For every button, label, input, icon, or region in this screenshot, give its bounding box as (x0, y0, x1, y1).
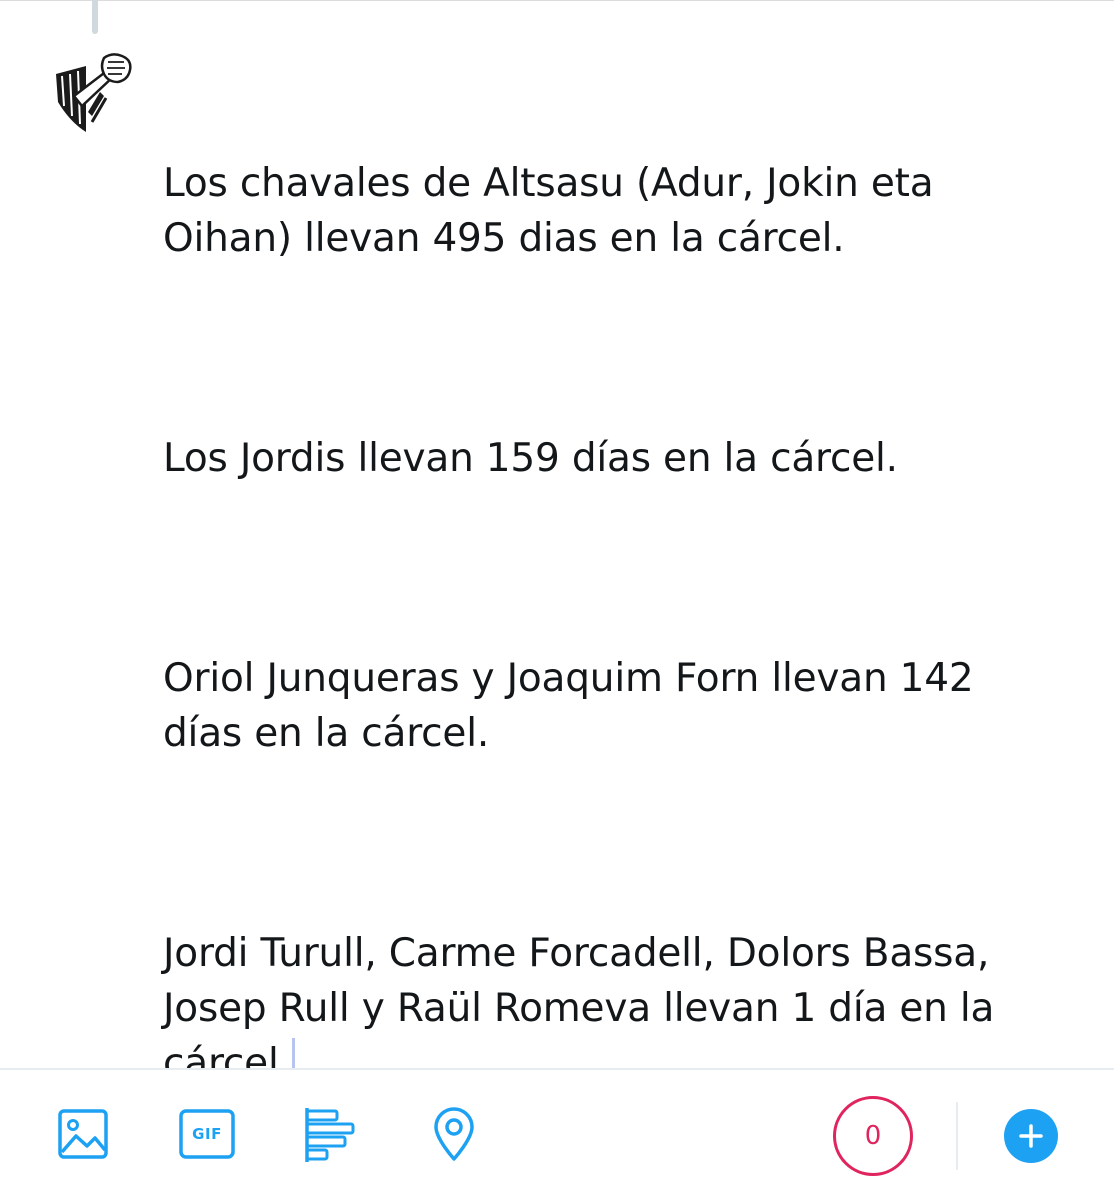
compose-paragraph-4: Jordi Turull, Carme Forcadell, Dolors Ba… (163, 926, 1063, 1091)
add-photo-button[interactable] (53, 1104, 113, 1164)
add-location-button[interactable] (424, 1104, 484, 1164)
location-pin-icon (434, 1107, 474, 1161)
compose-paragraph-4-text: Jordi Turull, Carme Forcadell, Dolors Ba… (163, 931, 1007, 1086)
tweet-compose-text[interactable]: Los chavales de Altsasu (Adur, Jokin eta… (163, 46, 1063, 1146)
poll-icon (305, 1108, 355, 1162)
compose-paragraph-1: Los chavales de Altsasu (Adur, Jokin eta… (163, 161, 946, 261)
add-tweet-button[interactable] (1004, 1109, 1058, 1163)
add-gif-button[interactable]: GIF (177, 1104, 237, 1164)
compose-toolbar (0, 1068, 1114, 1202)
top-divider (0, 0, 1114, 1)
avatar-fist-icon (56, 53, 132, 132)
image-icon (58, 1109, 108, 1159)
reply-thread-line (92, 0, 98, 34)
toolbar-divider (956, 1102, 958, 1170)
compose-paragraph-2: Los Jordis llevan 159 días en la cárcel. (163, 436, 898, 481)
gif-label: GIF (192, 1125, 222, 1143)
character-counter: 0 (833, 1096, 913, 1176)
plus-icon (1019, 1124, 1043, 1148)
compose-paragraph-3: Oriol Junqueras y Joaquim Forn llevan 14… (163, 656, 986, 756)
avatar[interactable] (52, 52, 136, 138)
add-poll-button[interactable] (300, 1104, 360, 1164)
